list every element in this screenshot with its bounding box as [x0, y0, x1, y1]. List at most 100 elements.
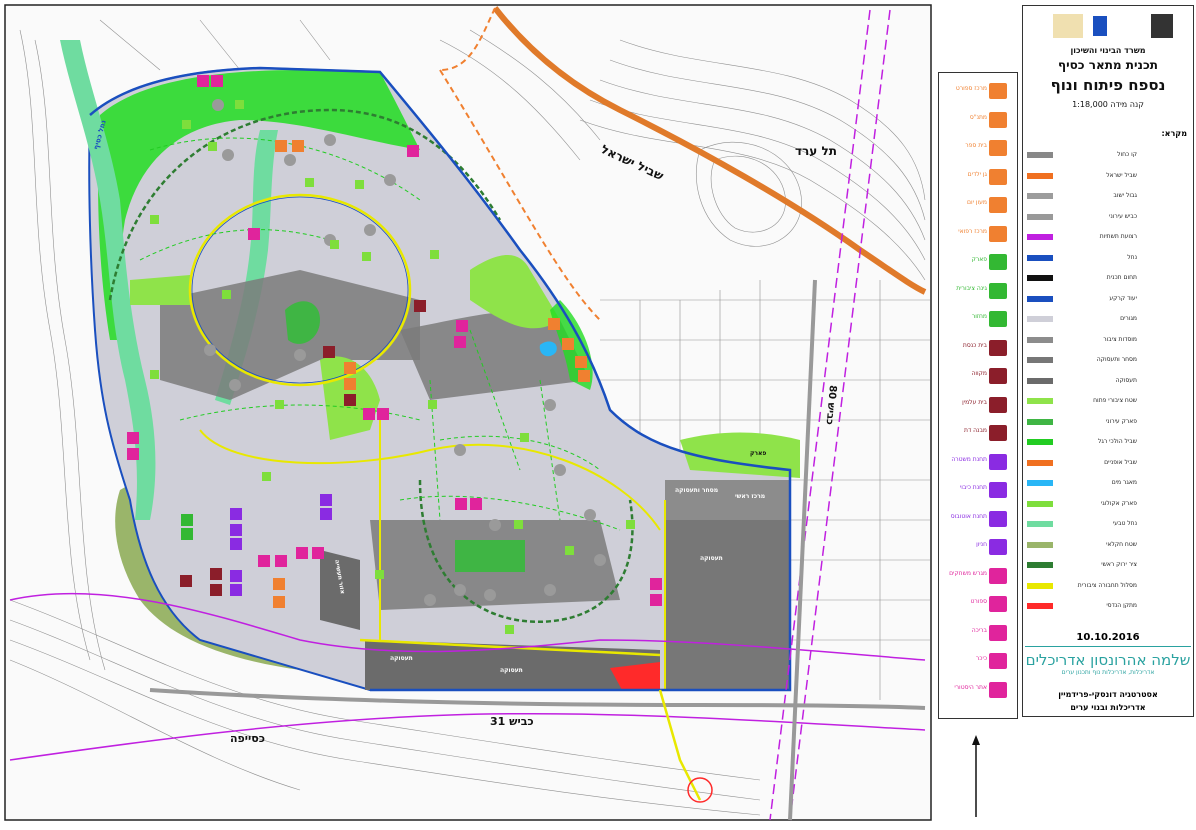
label-zone-commerce-1: מסחר ותעסוקה	[675, 487, 718, 494]
legend-symbol: מחזור	[941, 309, 1015, 341]
legend-row-swatch	[1027, 480, 1053, 486]
scale: קנה מידה 1:18,000	[1072, 100, 1144, 109]
agency-logo	[1093, 16, 1107, 36]
legend-row-swatch	[1027, 172, 1053, 179]
legend-row-swatch	[1027, 295, 1053, 302]
legend-row-swatch	[1027, 582, 1053, 589]
garden-icon	[989, 282, 1007, 299]
recycle-icon	[989, 311, 1007, 327]
pool-icon	[989, 624, 1007, 641]
legend-symbol: מרכז ספורט	[941, 81, 1015, 113]
legend-row-swatch	[1027, 398, 1053, 404]
legend-symbol-label: מרכז רפואי	[958, 227, 987, 235]
school-icon	[989, 140, 1007, 156]
legend-symbol-label: פארק	[971, 256, 987, 263]
north-arrow-icon	[972, 735, 980, 817]
legend-symbol-label: ספורט	[970, 598, 987, 605]
legend-row-swatch	[1027, 418, 1053, 425]
legend-row-swatch	[1027, 193, 1053, 199]
legend-row-swatch	[1027, 459, 1053, 466]
legend-row-swatch	[1027, 603, 1053, 609]
daycare-icon	[989, 197, 1007, 213]
playground-icon	[989, 567, 1007, 584]
legend-symbol: גן ילדים	[941, 167, 1015, 199]
historic-icon	[989, 681, 1007, 698]
legend-symbol-label: בית עלמין	[962, 398, 987, 406]
square-icon	[989, 653, 1007, 669]
label-zone-employment-1: תעסוקה	[390, 655, 413, 662]
legend-symbol-label: מרכז ספורט	[955, 85, 987, 92]
legend-row-swatch	[1027, 357, 1053, 363]
legend-symbol: בית עלמין	[941, 395, 1015, 427]
label-zone-employment-2: תעסוקה	[500, 667, 523, 674]
sports-icon	[989, 83, 1007, 99]
legend-symbol: מקווה	[941, 366, 1015, 398]
legend-symbol-label: מחזור	[971, 313, 987, 320]
legend-row-swatch	[1027, 213, 1053, 220]
legend-symbol-label: תחנת משטרה	[951, 455, 987, 463]
legend-symbol: תחנת כיבוי	[941, 480, 1015, 512]
legend-symbol-label: בית ספר	[965, 142, 987, 149]
legend-symbol-label: בית כנסת	[962, 341, 987, 349]
park-strip	[130, 275, 190, 305]
label-zone-employment-3: תעסוקה	[700, 555, 723, 562]
legend-symbol: מתנ"ס	[941, 110, 1015, 142]
architect-subtitle: אדריכלות, אדריכלות נוף ותכנון ערים	[1061, 669, 1155, 676]
logos	[1053, 14, 1173, 38]
legend-row-swatch	[1027, 275, 1053, 281]
legend-row-swatch	[1027, 377, 1053, 384]
ball-icon	[989, 596, 1007, 612]
kindergarten-icon	[989, 168, 1007, 185]
legend-row-swatch	[1027, 521, 1053, 527]
legend-symbol-label: מעון יום	[967, 199, 987, 206]
plan-title: תכנית מתאר כסיף	[1058, 58, 1158, 72]
legend-symbol-label: אתר היסטורי	[954, 683, 987, 691]
label-road-31: כביש 31	[490, 715, 534, 728]
legend-symbol: מבנה דת	[941, 423, 1015, 455]
label-zone-east-park: פארק	[750, 450, 766, 457]
legend-row-swatch	[1027, 234, 1053, 240]
legend-symbol: מעון יום	[941, 195, 1015, 227]
legend-row-swatch	[1027, 254, 1053, 261]
legend-symbol-label: גינה ציבורית	[956, 284, 987, 292]
symbol-legend: מרכז ספורט מתנ"ס בית ספר גן ילדים מעון יום מר…	[938, 72, 1018, 719]
fire-icon	[989, 482, 1007, 498]
legend-symbol: תחנת משטרה	[941, 452, 1015, 484]
key-heading: מקרא:	[1161, 129, 1187, 138]
legend-symbol: מרכז רפואי	[941, 224, 1015, 256]
legend-symbol: בית כנסת	[941, 338, 1015, 370]
legend-symbol-label: מבנה דת	[964, 427, 987, 434]
legend-symbol-label: תחנת אוטובוס	[950, 512, 987, 520]
ministry-logo	[1053, 14, 1083, 38]
legend-symbol-label: מתנ"ס	[969, 113, 987, 121]
legend-row-swatch	[1027, 316, 1053, 322]
footer-line-1: אסטרטגיה דונסקי-פרידמיין	[1058, 690, 1158, 699]
parking-icon	[989, 539, 1007, 555]
legend-symbol-label: בריכה	[971, 626, 987, 634]
legend-symbol: בריכה	[941, 623, 1015, 655]
legend-row-swatch	[1027, 562, 1053, 568]
label-zone-commerce-2: מרכז ראשי	[735, 493, 765, 500]
label-tel-arad: תל ערד	[795, 144, 837, 158]
park-icon	[989, 254, 1007, 270]
sheet-title: נספח פיתוח ונוף	[1050, 76, 1166, 94]
legend-symbol: פארק	[941, 252, 1015, 284]
bus-icon	[989, 510, 1007, 527]
mikveh-icon	[989, 368, 1007, 384]
legend-symbol-label: מגרש משחקים	[949, 569, 987, 577]
community-icon	[989, 111, 1007, 128]
legend-symbol-label: מקווה	[971, 370, 987, 377]
synagogue-icon	[989, 339, 1007, 356]
legend-row-swatch	[1027, 439, 1053, 445]
legend-symbol: ספורט	[941, 594, 1015, 626]
legend-symbol-label: כיכר	[975, 655, 987, 662]
religious-icon	[989, 425, 1007, 441]
legend-row-swatch	[1027, 152, 1053, 158]
legend-symbol: בית ספר	[941, 138, 1015, 170]
legend-symbol: גינה ציבורית	[941, 281, 1015, 313]
central-park	[455, 540, 525, 572]
legend-symbol: כיכר	[941, 651, 1015, 683]
legend-row-swatch	[1027, 541, 1053, 548]
police-icon	[989, 453, 1007, 470]
state-emblem	[1151, 14, 1173, 38]
